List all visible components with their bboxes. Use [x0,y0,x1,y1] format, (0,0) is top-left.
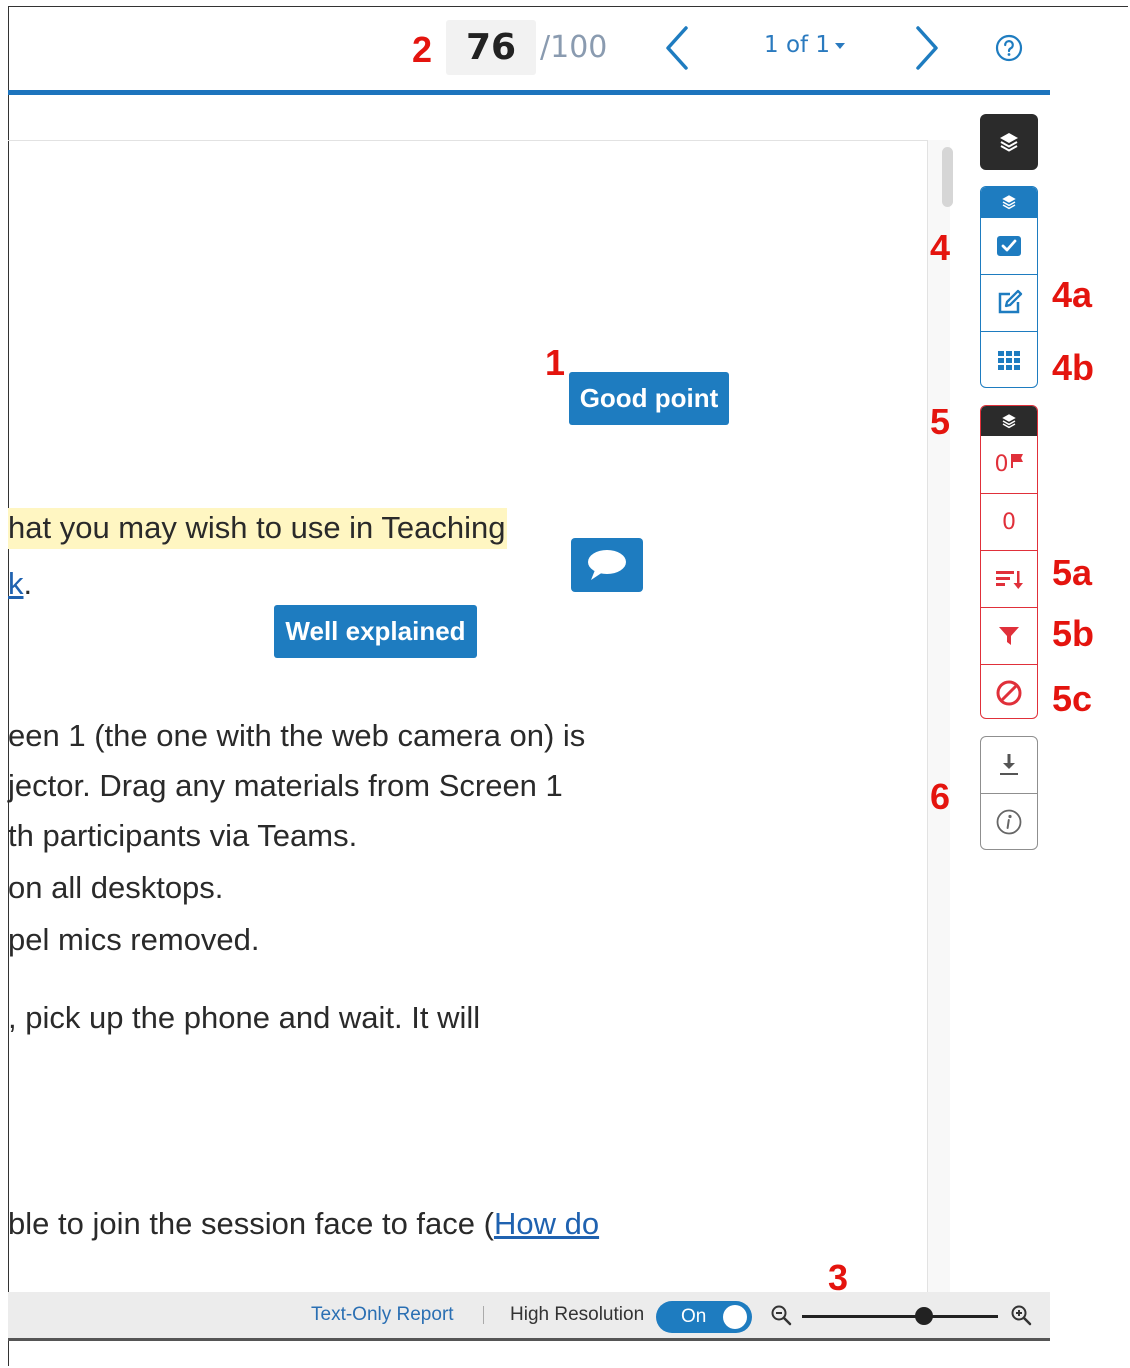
exclude-sources-button[interactable] [981,664,1037,718]
zoom-slider-track[interactable] [802,1315,998,1318]
grading-tools-group [980,186,1038,388]
sort-icon [996,571,1023,589]
page-selector-label: 1 of 1 [764,32,831,58]
document-line: jector. Drag any materials from Screen 1 [8,768,563,803]
document-line-text: . [23,566,33,601]
grading-layer-header[interactable] [981,187,1037,217]
info-icon [996,809,1022,834]
document-line: th participants via Teams. [8,818,358,853]
quickmark-good-point[interactable]: Good point [569,372,729,425]
scrollbar-track[interactable] [928,140,950,1292]
quickmarks-button[interactable] [981,217,1037,274]
help-icon[interactable] [995,34,1023,62]
zoom-slider-thumb[interactable] [914,1307,933,1325]
toggle-knob [723,1305,747,1329]
scrollbar-thumb[interactable] [942,147,953,207]
chevron-down-icon [835,42,846,49]
info-button[interactable] [981,793,1037,849]
download-button[interactable] [981,737,1037,793]
flags-button[interactable]: 0 [981,436,1037,493]
highlighted-text[interactable]: hat you may wish to use in Teaching [8,508,508,549]
next-page-chevron-icon[interactable] [912,24,942,72]
high-resolution-toggle[interactable]: On [656,1301,752,1333]
grade-total: /100 [540,30,608,65]
prohibited-icon [996,680,1022,706]
comment-bubble-button[interactable] [571,538,643,592]
layers-button[interactable] [980,114,1038,170]
document-line: k. [8,566,32,602]
document-line-text: ble to join the session face to face ( [8,1206,494,1241]
document-line: hat you may wish to use in Teaching [8,508,508,549]
edit-icon [998,289,1023,314]
rubric-button[interactable] [981,331,1037,387]
document-line: , pick up the phone and wait. It will [8,1000,481,1035]
download-icon [1000,754,1018,775]
feedback-summary-button[interactable] [981,274,1037,331]
annotation-1: 1 [545,342,566,383]
annotation-4b: 4b [1052,347,1095,388]
grid-icon [998,351,1020,370]
filter-button[interactable] [981,607,1037,664]
zoom-in-icon[interactable] [1010,1304,1032,1326]
toolbar-divider [483,1306,484,1324]
text-only-report-link[interactable]: Text-Only Report [311,1304,454,1326]
grade-value[interactable]: 76 [446,20,536,75]
similarity-tools-group: 0 0 [980,405,1038,719]
page-selector[interactable]: 1 of 1 [764,32,846,58]
layers-icon [1002,414,1016,429]
flag-count: 0 [994,452,1009,477]
annotation-5c: 5c [1052,678,1093,719]
layers-icon [1002,195,1016,210]
annotation-4a: 4a [1052,274,1093,315]
similarity-layer-header[interactable] [981,406,1037,436]
document-line: pel mics removed. [8,922,260,957]
annotation-2: 2 [412,29,433,70]
document-tools-group [980,736,1038,850]
previous-page-chevron-icon[interactable] [662,24,692,72]
annotation-6: 6 [930,776,951,817]
document-link[interactable]: k [8,566,24,601]
document-link[interactable]: How do [494,1206,599,1241]
annotation-3: 3 [828,1257,849,1298]
high-resolution-label: High Resolution [510,1304,645,1325]
quickmark-well-explained[interactable]: Well explained [274,605,477,658]
annotation-5b: 5b [1052,613,1095,654]
document-line: een 1 (the one with the web camera on) i… [8,718,586,753]
speech-bubble-icon [588,550,626,580]
annotation-5a: 5a [1052,552,1093,593]
header-divider [8,90,1050,95]
toggle-state-label: On [681,1306,707,1327]
match-overview-button[interactable]: 0 [981,493,1037,550]
sort-button[interactable] [981,550,1037,607]
checkbox-icon [997,236,1021,256]
flag-icon [1010,453,1023,468]
match-count: 0 [1002,509,1016,535]
document-line: ble to join the session face to face (Ho… [8,1206,599,1242]
document-viewer[interactable] [8,140,928,1292]
layers-icon [1000,133,1018,152]
annotation-4: 4 [930,227,951,268]
annotation-5: 5 [930,401,951,442]
document-line: on all desktops. [8,870,224,905]
filter-icon [999,627,1019,645]
zoom-out-icon[interactable] [770,1304,792,1326]
